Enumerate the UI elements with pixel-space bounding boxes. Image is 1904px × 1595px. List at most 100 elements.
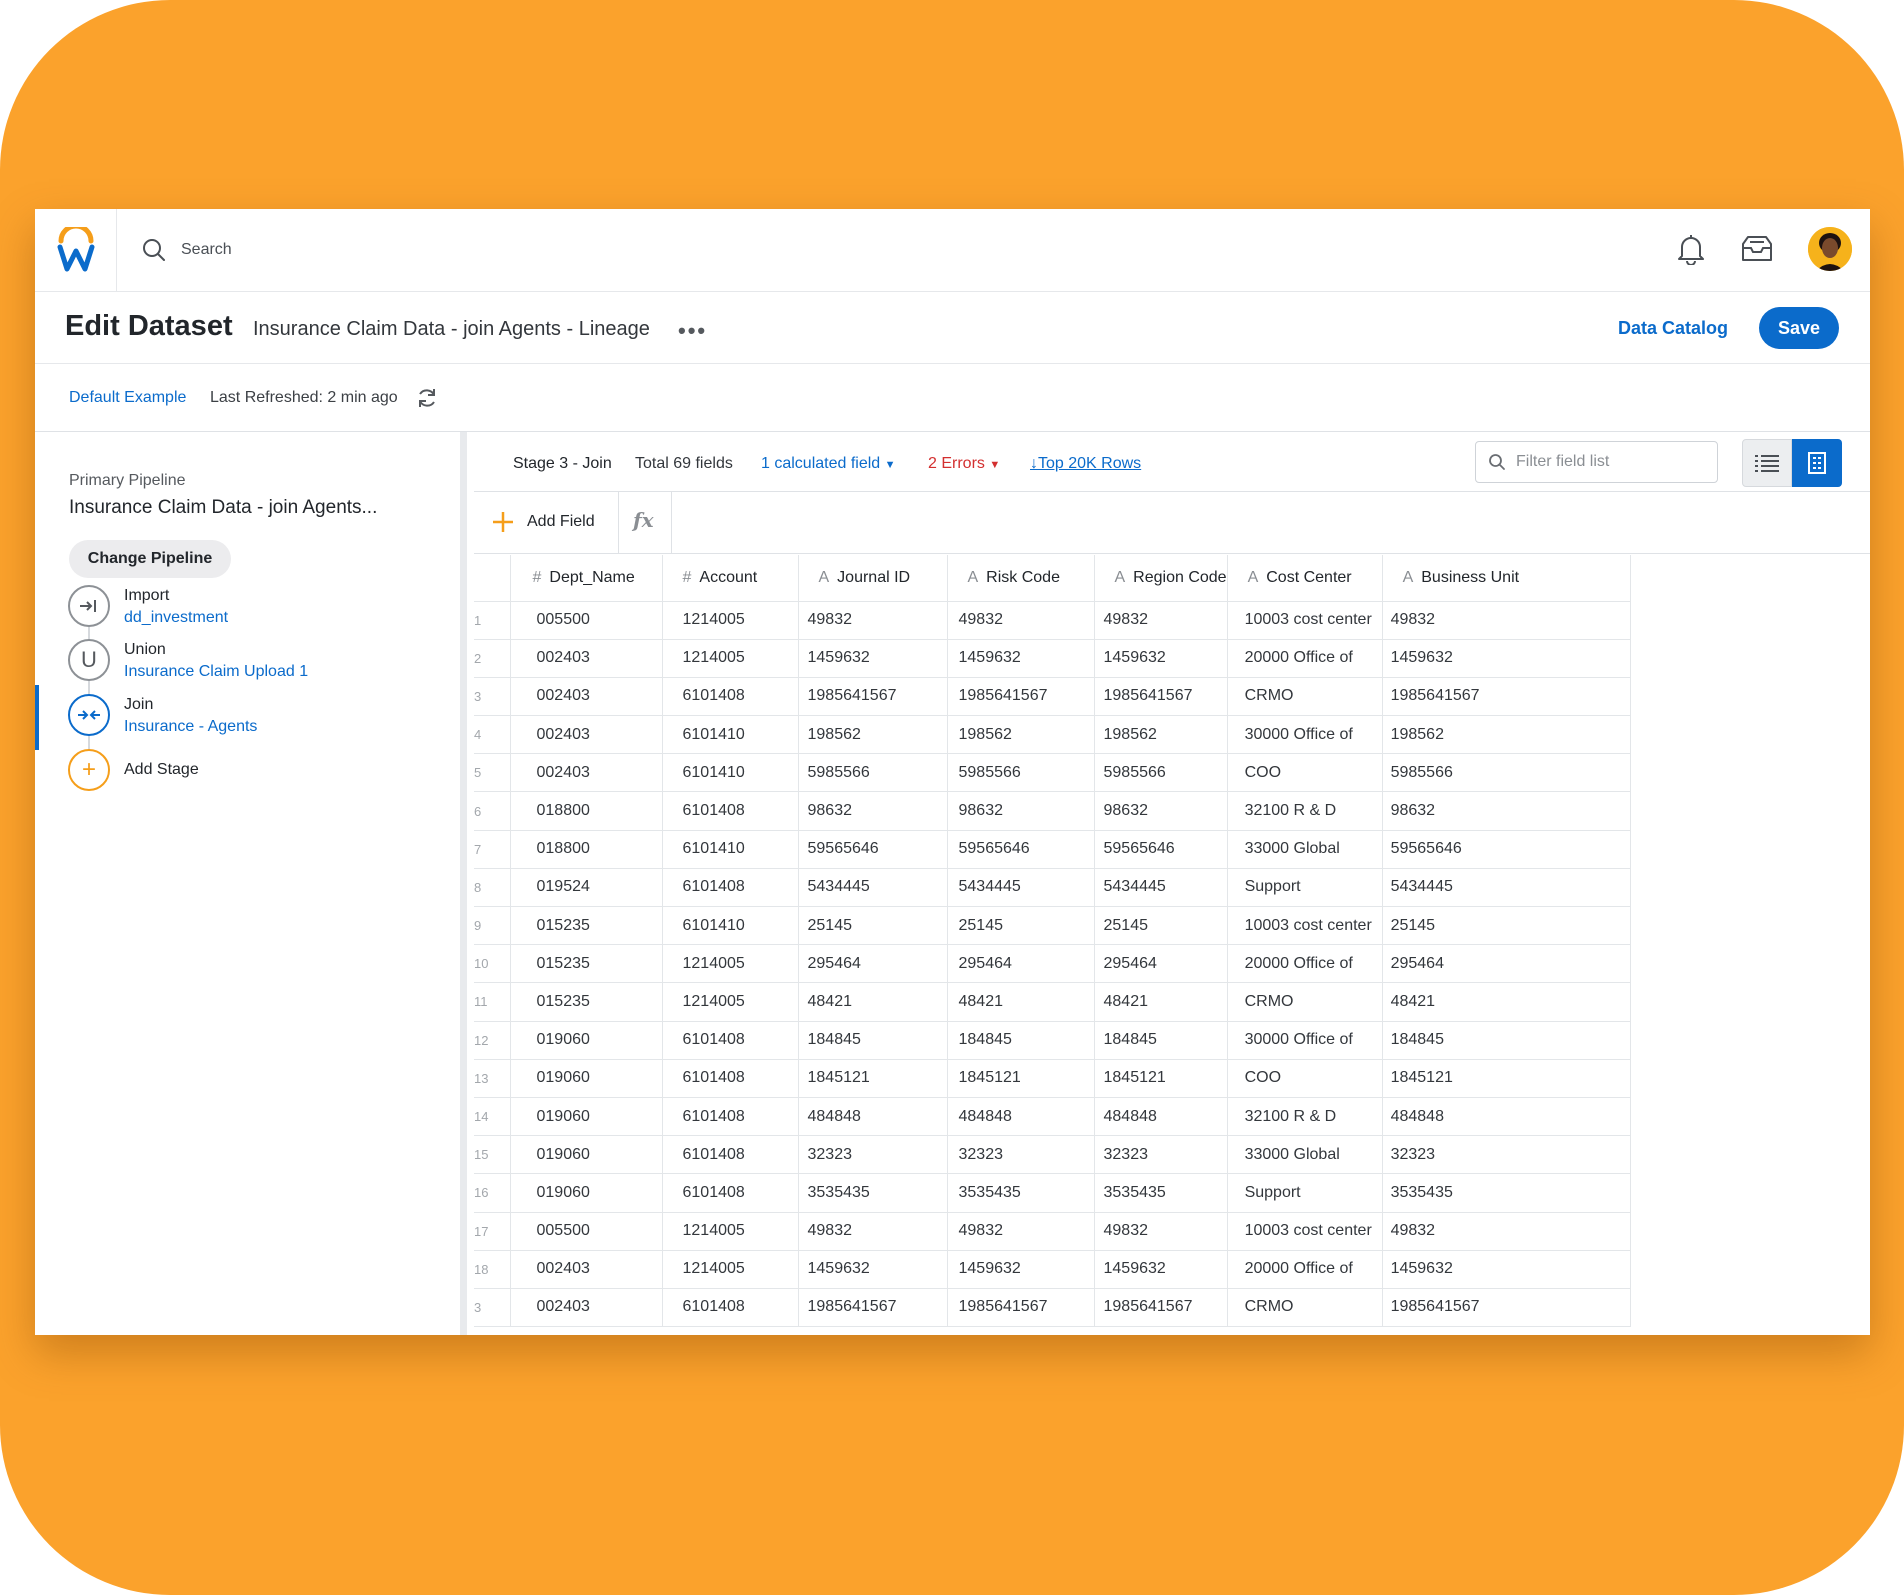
stage-source-link[interactable]: Insurance Claim Upload 1 xyxy=(124,663,308,681)
table-cell[interactable]: 1459632 xyxy=(1094,639,1228,678)
table-cell[interactable]: 6101408 xyxy=(662,1173,799,1213)
column-header[interactable]: # Account xyxy=(662,555,799,602)
top-rows-link[interactable]: ↓Top 20K Rows xyxy=(1030,455,1141,473)
table-cell[interactable]: 10003 cost center xyxy=(1227,601,1383,640)
table-cell[interactable]: 484848 xyxy=(798,1097,948,1137)
table-cell[interactable]: 295464 xyxy=(1382,944,1631,984)
change-pipeline-button[interactable]: Change Pipeline xyxy=(69,540,231,578)
table-cell[interactable]: 1214005 xyxy=(662,639,799,678)
table-cell[interactable]: 1845121 xyxy=(1382,1059,1631,1098)
table-cell[interactable]: 015235 xyxy=(510,944,663,984)
table-cell[interactable]: 1459632 xyxy=(1382,639,1631,678)
table-cell[interactable]: 25145 xyxy=(947,906,1095,946)
table-cell[interactable]: 98632 xyxy=(947,791,1095,831)
table-cell[interactable]: 198562 xyxy=(947,715,1095,755)
table-cell[interactable]: 1459632 xyxy=(1382,1250,1631,1289)
table-cell[interactable]: 5434445 xyxy=(1382,868,1631,908)
table-cell[interactable]: 98632 xyxy=(798,791,948,831)
stage-join[interactable]: Join Insurance - Agents xyxy=(35,685,435,750)
table-cell[interactable]: 002403 xyxy=(510,715,663,755)
table-cell[interactable]: 6101410 xyxy=(662,753,799,793)
data-catalog-link[interactable]: Data Catalog xyxy=(1618,318,1728,339)
table-cell[interactable]: 48421 xyxy=(947,982,1095,1022)
table-cell[interactable]: 6101410 xyxy=(662,715,799,755)
table-cell[interactable]: 49832 xyxy=(798,1212,948,1251)
refresh-icon[interactable] xyxy=(415,386,439,410)
table-cell[interactable]: 018800 xyxy=(510,830,663,869)
table-cell[interactable]: 6101408 xyxy=(662,1288,799,1328)
table-cell[interactable]: 49832 xyxy=(947,601,1095,640)
table-cell[interactable]: 59565646 xyxy=(1382,830,1631,869)
table-cell[interactable]: 484848 xyxy=(947,1097,1095,1137)
table-cell[interactable]: 019060 xyxy=(510,1021,663,1060)
table-cell[interactable]: 3535435 xyxy=(1094,1173,1228,1213)
table-cell[interactable]: 3535435 xyxy=(947,1173,1095,1213)
table-cell[interactable]: 295464 xyxy=(1094,944,1228,984)
table-cell[interactable]: 1214005 xyxy=(662,944,799,984)
table-cell[interactable]: 59565646 xyxy=(1094,830,1228,869)
table-cell[interactable]: 6101408 xyxy=(662,791,799,831)
bell-icon[interactable] xyxy=(1676,233,1706,265)
table-cell[interactable]: 484848 xyxy=(1382,1097,1631,1137)
table-cell[interactable]: 1214005 xyxy=(662,601,799,640)
table-cell[interactable]: 59565646 xyxy=(947,830,1095,869)
table-cell[interactable]: 20000 Office of xyxy=(1227,639,1383,678)
table-cell[interactable]: 1985641567 xyxy=(1094,1288,1228,1328)
table-cell[interactable]: 002403 xyxy=(510,1250,663,1289)
workday-logo[interactable] xyxy=(35,209,117,292)
stage-union[interactable]: U Union Insurance Claim Upload 1 xyxy=(35,633,435,693)
save-button[interactable]: Save xyxy=(1759,307,1839,349)
stage-source-link[interactable]: Insurance - Agents xyxy=(124,718,257,736)
table-cell[interactable]: 5434445 xyxy=(947,868,1095,908)
table-cell[interactable]: 49832 xyxy=(1094,601,1228,640)
table-cell[interactable]: 30000 Office of xyxy=(1227,1021,1383,1060)
table-cell[interactable]: 1459632 xyxy=(1094,1250,1228,1289)
table-cell[interactable]: 198562 xyxy=(798,715,948,755)
table-cell[interactable]: 5985566 xyxy=(1094,753,1228,793)
table-cell[interactable]: 32323 xyxy=(947,1135,1095,1175)
table-cell[interactable]: 6101408 xyxy=(662,677,799,717)
column-header[interactable]: A Risk Code xyxy=(947,555,1095,602)
table-cell[interactable]: 1459632 xyxy=(947,1250,1095,1289)
table-cell[interactable]: 98632 xyxy=(1094,791,1228,831)
table-cell[interactable]: Support xyxy=(1227,1173,1383,1213)
table-cell[interactable]: 1214005 xyxy=(662,982,799,1022)
user-avatar[interactable] xyxy=(1808,227,1852,271)
table-cell[interactable]: 25145 xyxy=(1382,906,1631,946)
stage-source-link[interactable]: dd_investment xyxy=(124,609,228,627)
table-cell[interactable]: 30000 Office of xyxy=(1227,715,1383,755)
table-cell[interactable]: 10003 cost center xyxy=(1227,906,1383,946)
table-cell[interactable]: 019060 xyxy=(510,1059,663,1098)
table-cell[interactable]: 005500 xyxy=(510,1212,663,1251)
table-cell[interactable]: 002403 xyxy=(510,677,663,717)
table-cell[interactable]: 49832 xyxy=(1382,601,1631,640)
table-cell[interactable]: 49832 xyxy=(1382,1212,1631,1251)
table-cell[interactable]: 019060 xyxy=(510,1135,663,1175)
table-cell[interactable]: 5434445 xyxy=(1094,868,1228,908)
table-cell[interactable]: 6101410 xyxy=(662,906,799,946)
table-cell[interactable]: 1459632 xyxy=(798,639,948,678)
table-cell[interactable]: 5985566 xyxy=(947,753,1095,793)
table-cell[interactable]: 6101408 xyxy=(662,1059,799,1098)
table-cell[interactable]: 48421 xyxy=(1382,982,1631,1022)
filter-field-list[interactable]: Filter field list xyxy=(1475,441,1718,483)
more-options-icon[interactable]: ••• xyxy=(678,318,707,344)
column-header[interactable]: A Region Code xyxy=(1094,555,1228,602)
table-cell[interactable]: 1459632 xyxy=(798,1250,948,1289)
table-cell[interactable]: 019060 xyxy=(510,1173,663,1213)
table-cell[interactable]: 484848 xyxy=(1094,1097,1228,1137)
table-cell[interactable]: 184845 xyxy=(1382,1021,1631,1060)
table-cell[interactable]: 019060 xyxy=(510,1097,663,1137)
table-cell[interactable]: 49832 xyxy=(798,601,948,640)
table-cell[interactable]: 32323 xyxy=(798,1135,948,1175)
table-cell[interactable]: 1985641567 xyxy=(1382,1288,1631,1328)
table-cell[interactable]: 1214005 xyxy=(662,1212,799,1251)
table-cell[interactable]: 1845121 xyxy=(798,1059,948,1098)
table-cell[interactable]: 184845 xyxy=(798,1021,948,1060)
table-cell[interactable]: 20000 Office of xyxy=(1227,944,1383,984)
table-cell[interactable]: 48421 xyxy=(798,982,948,1022)
table-cell[interactable]: 015235 xyxy=(510,906,663,946)
table-cell[interactable]: 25145 xyxy=(1094,906,1228,946)
table-cell[interactable]: 1985641567 xyxy=(798,677,948,717)
list-view-button[interactable] xyxy=(1742,439,1792,487)
